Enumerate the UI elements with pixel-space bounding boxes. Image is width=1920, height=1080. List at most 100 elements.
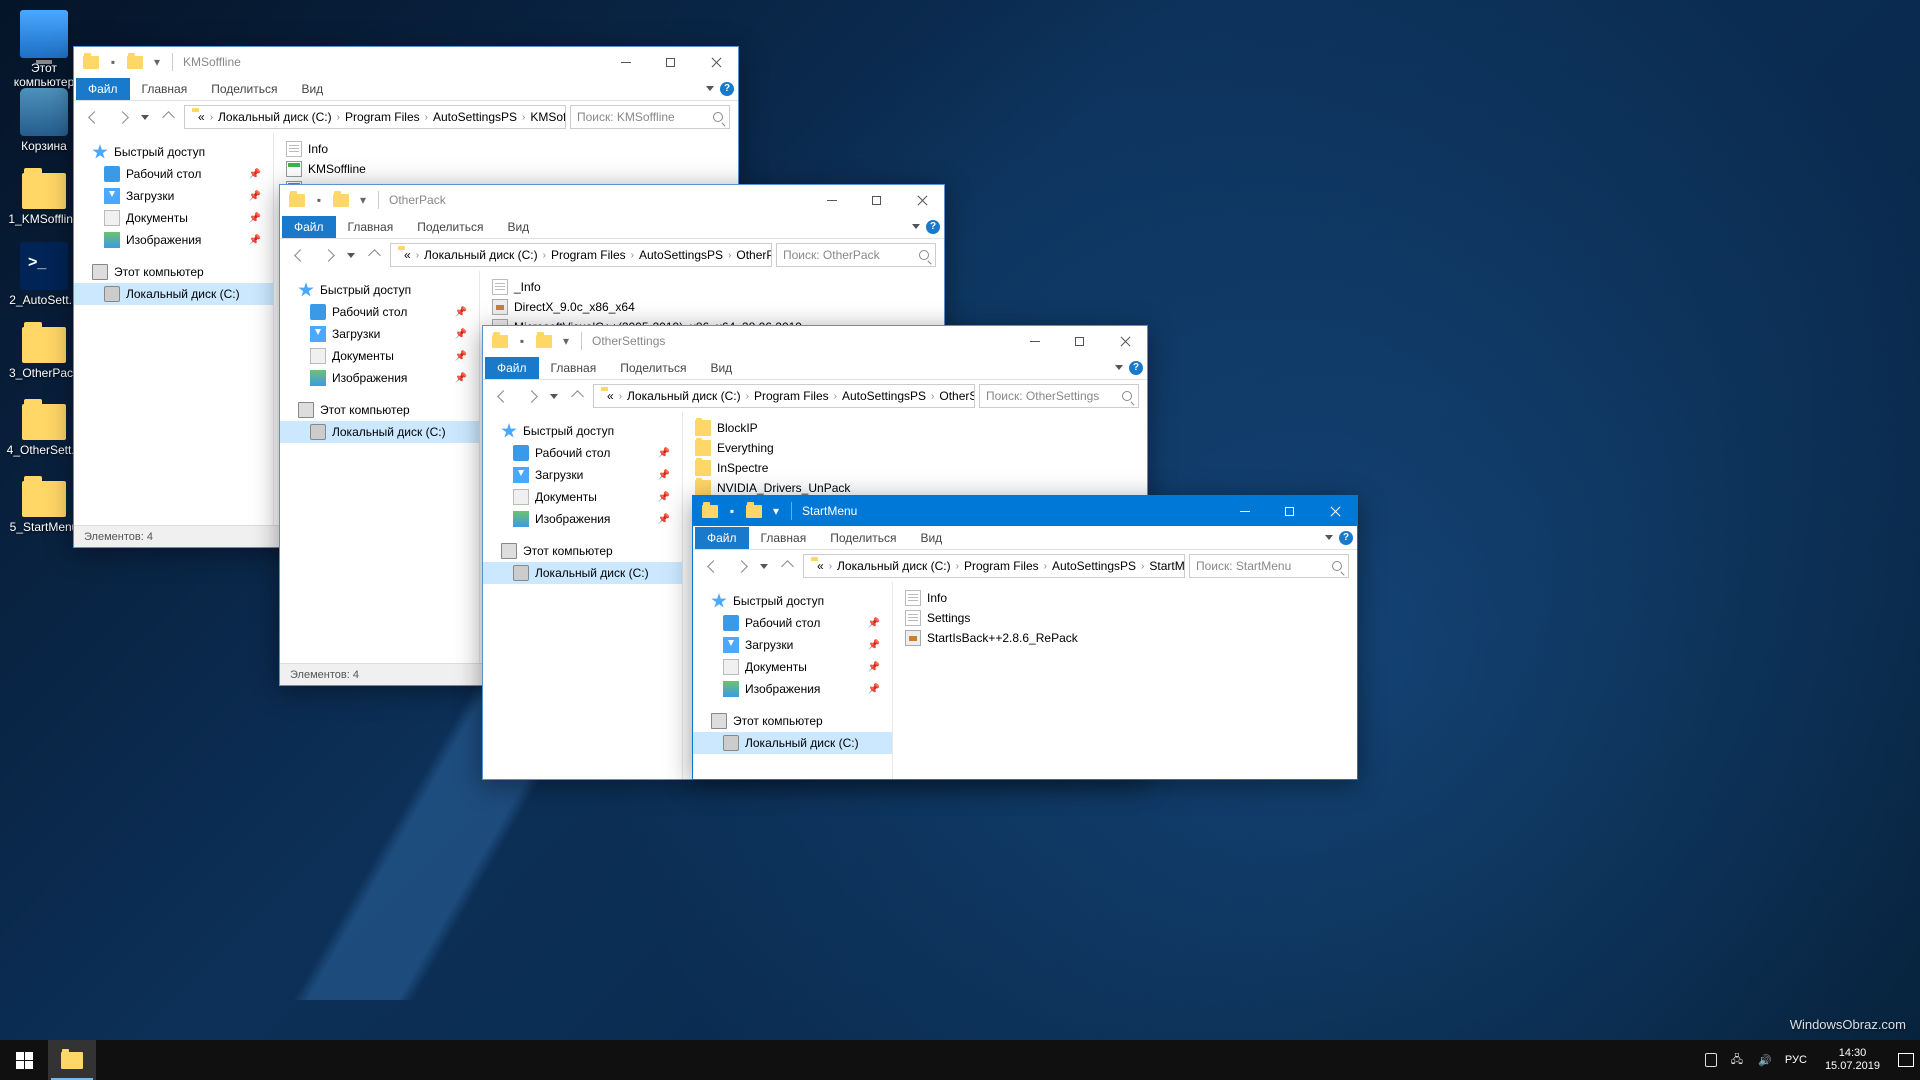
tab-view[interactable]: Вид xyxy=(698,357,744,379)
sidebar-disk-c[interactable]: Локальный диск (C:) xyxy=(74,283,273,305)
expand-ribbon-icon[interactable] xyxy=(706,86,714,91)
desktop-icon-othersettings[interactable]: 4_OtherSett... xyxy=(6,396,82,457)
maximize-button[interactable] xyxy=(1267,496,1312,526)
sidebar-downloads[interactable]: Загрузки📌 xyxy=(74,185,273,207)
nav-history-dropdown[interactable] xyxy=(547,384,561,408)
sidebar-images[interactable]: Изображения📌 xyxy=(74,229,273,251)
nav-forward-button[interactable] xyxy=(729,554,753,578)
desktop-icon-recycle-bin[interactable]: Корзина xyxy=(6,88,82,153)
file-item[interactable]: StartIsBack++2.8.6_RePack xyxy=(905,628,1345,648)
close-button[interactable] xyxy=(693,47,738,77)
sidebar-quick-access[interactable]: Быстрый доступ xyxy=(693,590,892,612)
expand-ribbon-icon[interactable] xyxy=(912,224,920,229)
help-icon[interactable]: ? xyxy=(1339,531,1353,545)
qat-dropdown-icon[interactable]: ▾ xyxy=(765,500,787,522)
sidebar-downloads[interactable]: Загрузки📌 xyxy=(280,323,479,345)
sidebar-documents[interactable]: Документы📌 xyxy=(483,486,682,508)
file-item[interactable]: Info xyxy=(286,139,726,159)
qat-dropdown-icon[interactable]: ▾ xyxy=(352,189,374,211)
sidebar-disk-c[interactable]: Локальный диск (C:) xyxy=(280,421,479,443)
address-bar[interactable]: «› Локальный диск (C:)› Program Files› A… xyxy=(803,554,1185,578)
action-center-icon[interactable] xyxy=(1898,1053,1914,1067)
desktop-icon-otherpack[interactable]: 3_OtherPack xyxy=(6,319,82,380)
tab-file[interactable]: Файл xyxy=(282,216,336,238)
sidebar-desktop[interactable]: Рабочий стол📌 xyxy=(74,163,273,185)
qat-properties-icon[interactable]: ▪ xyxy=(511,330,533,352)
tab-share[interactable]: Поделиться xyxy=(818,527,908,549)
address-bar[interactable]: «› Локальный диск (C:)› Program Files› A… xyxy=(184,105,566,129)
tab-file[interactable]: Файл xyxy=(76,78,130,100)
explorer-window-startmenu[interactable]: ▪▾ StartMenu Файл Главная Поделиться Вид… xyxy=(692,495,1358,780)
titlebar[interactable]: ▪▾ StartMenu xyxy=(693,496,1357,526)
nav-forward-button[interactable] xyxy=(519,384,543,408)
tab-file[interactable]: Файл xyxy=(485,357,539,379)
tab-view[interactable]: Вид xyxy=(908,527,954,549)
close-button[interactable] xyxy=(1102,326,1147,356)
desktop-icon-startmenu[interactable]: 5_StartMenu xyxy=(6,473,82,534)
nav-back-button[interactable] xyxy=(82,105,106,129)
sidebar-documents[interactable]: Документы📌 xyxy=(280,345,479,367)
desktop-icon-autosettings[interactable]: 2_AutoSett... xyxy=(6,242,82,307)
minimize-button[interactable] xyxy=(603,47,648,77)
nav-back-button[interactable] xyxy=(288,243,312,267)
nav-up-button[interactable] xyxy=(362,243,386,267)
maximize-button[interactable] xyxy=(648,47,693,77)
sidebar-quick-access[interactable]: Быстрый доступ xyxy=(483,420,682,442)
file-item[interactable]: BlockIP xyxy=(695,418,1135,438)
search-input[interactable]: Поиск: StartMenu xyxy=(1189,554,1349,578)
tab-file[interactable]: Файл xyxy=(695,527,749,549)
sidebar-desktop[interactable]: Рабочий стол📌 xyxy=(483,442,682,464)
nav-history-dropdown[interactable] xyxy=(344,243,358,267)
sidebar-disk-c[interactable]: Локальный диск (C:) xyxy=(693,732,892,754)
search-input[interactable]: Поиск: OtherSettings xyxy=(979,384,1139,408)
search-input[interactable]: Поиск: KMSoffline xyxy=(570,105,730,129)
sidebar-this-pc[interactable]: Этот компьютер xyxy=(280,399,479,421)
file-item[interactable]: InSpectre xyxy=(695,458,1135,478)
language-indicator[interactable]: РУС xyxy=(1785,1054,1807,1066)
titlebar[interactable]: ▪▾ OtherSettings xyxy=(483,326,1147,356)
network-icon[interactable]: 🖧 xyxy=(1729,1052,1745,1068)
qat-dropdown-icon[interactable]: ▾ xyxy=(146,51,168,73)
file-item[interactable]: _Info xyxy=(492,277,932,297)
sidebar-this-pc[interactable]: Этот компьютер xyxy=(74,261,273,283)
help-icon[interactable]: ? xyxy=(926,220,940,234)
file-item[interactable]: DirectX_9.0c_x86_x64 xyxy=(492,297,932,317)
tab-share[interactable]: Поделиться xyxy=(199,78,289,100)
nav-up-button[interactable] xyxy=(775,554,799,578)
minimize-button[interactable] xyxy=(809,185,854,215)
close-button[interactable] xyxy=(899,185,944,215)
taskbar-explorer-button[interactable] xyxy=(48,1040,96,1080)
expand-ribbon-icon[interactable] xyxy=(1115,365,1123,370)
qat-new-folder-icon[interactable] xyxy=(124,51,146,73)
help-icon[interactable]: ? xyxy=(1129,361,1143,375)
desktop-icon-this-pc[interactable]: Этот компьютер xyxy=(6,10,82,89)
qat-new-folder-icon[interactable] xyxy=(533,330,555,352)
titlebar[interactable]: ▪ ▾ KMSoffline xyxy=(74,47,738,77)
minimize-button[interactable] xyxy=(1222,496,1267,526)
sidebar-documents[interactable]: Документы📌 xyxy=(693,656,892,678)
volume-icon[interactable]: 🔊 xyxy=(1757,1052,1773,1068)
tab-home[interactable]: Главная xyxy=(749,527,819,549)
sidebar-quick-access[interactable]: Быстрый доступ xyxy=(280,279,479,301)
nav-back-button[interactable] xyxy=(701,554,725,578)
maximize-button[interactable] xyxy=(854,185,899,215)
sidebar-images[interactable]: Изображения📌 xyxy=(483,508,682,530)
file-item[interactable]: KMSoffline xyxy=(286,159,726,179)
start-button[interactable] xyxy=(0,1040,48,1080)
sidebar-desktop[interactable]: Рабочий стол📌 xyxy=(693,612,892,634)
sidebar-desktop[interactable]: Рабочий стол📌 xyxy=(280,301,479,323)
tab-share[interactable]: Поделиться xyxy=(405,216,495,238)
sidebar-this-pc[interactable]: Этот компьютер xyxy=(693,710,892,732)
tab-view[interactable]: Вид xyxy=(495,216,541,238)
maximize-button[interactable] xyxy=(1057,326,1102,356)
nav-back-button[interactable] xyxy=(491,384,515,408)
tab-view[interactable]: Вид xyxy=(289,78,335,100)
search-input[interactable]: Поиск: OtherPack xyxy=(776,243,936,267)
clock[interactable]: 14:3015.07.2019 xyxy=(1819,1047,1886,1073)
titlebar[interactable]: ▪▾ OtherPack xyxy=(280,185,944,215)
address-bar[interactable]: «› Локальный диск (C:)› Program Files› A… xyxy=(593,384,975,408)
tab-share[interactable]: Поделиться xyxy=(608,357,698,379)
sidebar-this-pc[interactable]: Этот компьютер xyxy=(483,540,682,562)
expand-ribbon-icon[interactable] xyxy=(1325,535,1333,540)
tab-home[interactable]: Главная xyxy=(539,357,609,379)
